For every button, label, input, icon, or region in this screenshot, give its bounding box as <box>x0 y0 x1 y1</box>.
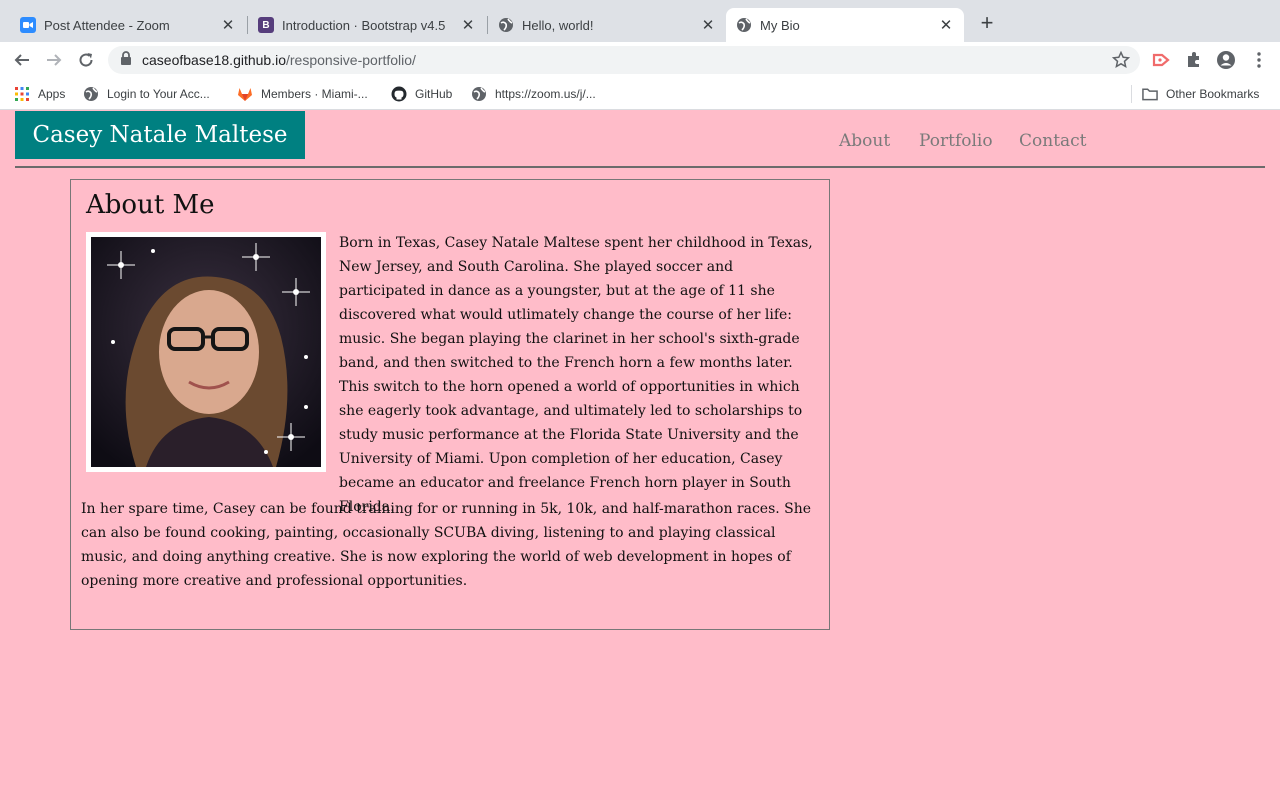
bookmark-label: GitHub <box>415 87 453 101</box>
github-icon <box>391 86 407 102</box>
gitlab-icon <box>237 86 253 102</box>
bookmarks-divider <box>1131 85 1132 103</box>
bootstrap-icon: B <box>258 17 274 33</box>
web-page: Casey Natale Maltese About Portfolio Con… <box>0 111 1280 800</box>
bookmark-zoom-link[interactable]: https://zoom.us/j/... <box>471 85 596 103</box>
zoom-icon <box>20 17 36 33</box>
bookmark-github[interactable]: GitHub <box>391 85 452 103</box>
about-paragraph-2: In her spare time, Casey can be found tr… <box>81 501 812 589</box>
tab-title: Introduction · Bootstrap v4.5 <box>282 17 446 33</box>
bookmark-star-icon[interactable] <box>1111 50 1131 74</box>
bookmark-apps[interactable]: Apps <box>14 85 65 103</box>
extension-icon[interactable] <box>1151 50 1171 70</box>
reload-icon[interactable] <box>74 48 98 72</box>
globe-icon <box>83 86 99 102</box>
tab-title: My Bio <box>760 17 800 33</box>
bookmark-gitlab[interactable]: Members · Miami-... <box>237 85 368 103</box>
lock-icon <box>120 50 132 70</box>
browser-toolbar: caseofbase18.github.io/responsive-portfo… <box>0 42 1280 78</box>
address-bar[interactable]: caseofbase18.github.io/responsive-portfo… <box>108 46 1140 74</box>
tab-title: Hello, world! <box>522 17 594 33</box>
close-tab-icon[interactable]: ✕ <box>458 15 478 35</box>
tab-hello-world[interactable]: Hello, world! ✕ <box>478 8 726 42</box>
profile-avatar-icon[interactable] <box>1216 50 1236 70</box>
about-card: About Me Born in Texas, Casey Natale Mal… <box>70 179 830 630</box>
nav-about[interactable]: About <box>839 131 890 151</box>
forward-icon[interactable] <box>42 48 66 72</box>
menu-kebab-icon[interactable] <box>1249 50 1269 70</box>
globe-icon <box>736 17 752 33</box>
bookmark-label: Login to Your Acc... <box>107 87 210 101</box>
back-icon[interactable] <box>10 48 34 72</box>
nav-portfolio[interactable]: Portfolio <box>919 131 993 151</box>
url-path: /responsive-portfolio/ <box>286 52 416 68</box>
bookmark-label: Members · Miami-... <box>261 87 368 101</box>
puzzle-extensions-icon[interactable] <box>1184 50 1204 70</box>
nav-contact[interactable]: Contact <box>1019 131 1087 151</box>
new-tab-button[interactable]: + <box>976 12 998 35</box>
url-host: caseofbase18.github.io <box>142 52 286 68</box>
profile-photo <box>86 232 326 472</box>
about-paragraph-1: Born in Texas, Casey Natale Maltese spen… <box>339 235 813 515</box>
apps-grid-icon <box>14 86 30 102</box>
close-tab-icon[interactable]: ✕ <box>218 15 238 35</box>
bookmark-login[interactable]: Login to Your Acc... <box>83 85 210 103</box>
close-tab-icon[interactable]: ✕ <box>936 15 956 35</box>
globe-icon <box>498 17 514 33</box>
url-text: caseofbase18.github.io/responsive-portfo… <box>142 52 416 68</box>
bookmarks-bar: Apps Login to Your Acc... Members · Miam… <box>0 78 1280 110</box>
bookmark-label: https://zoom.us/j/... <box>495 87 596 101</box>
folder-icon <box>1142 86 1158 102</box>
tab-my-bio[interactable]: My Bio ✕ <box>726 8 964 42</box>
other-bookmarks-label: Other Bookmarks <box>1166 87 1260 101</box>
header-divider <box>15 166 1265 168</box>
globe-icon <box>471 86 487 102</box>
bookmark-label: Apps <box>38 87 66 101</box>
tab-bootstrap[interactable]: B Introduction · Bootstrap v4.5 ✕ <box>238 8 486 42</box>
other-bookmarks[interactable]: Other Bookmarks <box>1142 85 1259 103</box>
profile-photo-image <box>91 237 321 467</box>
tab-strip: Post Attendee - Zoom ✕ B Introduction · … <box>0 0 1280 42</box>
site-brand[interactable]: Casey Natale Maltese <box>15 111 305 159</box>
about-heading: About Me <box>86 190 215 220</box>
tab-zoom[interactable]: Post Attendee - Zoom ✕ <box>0 8 246 42</box>
close-tab-icon[interactable]: ✕ <box>698 15 718 35</box>
tab-title: Post Attendee - Zoom <box>44 17 170 33</box>
